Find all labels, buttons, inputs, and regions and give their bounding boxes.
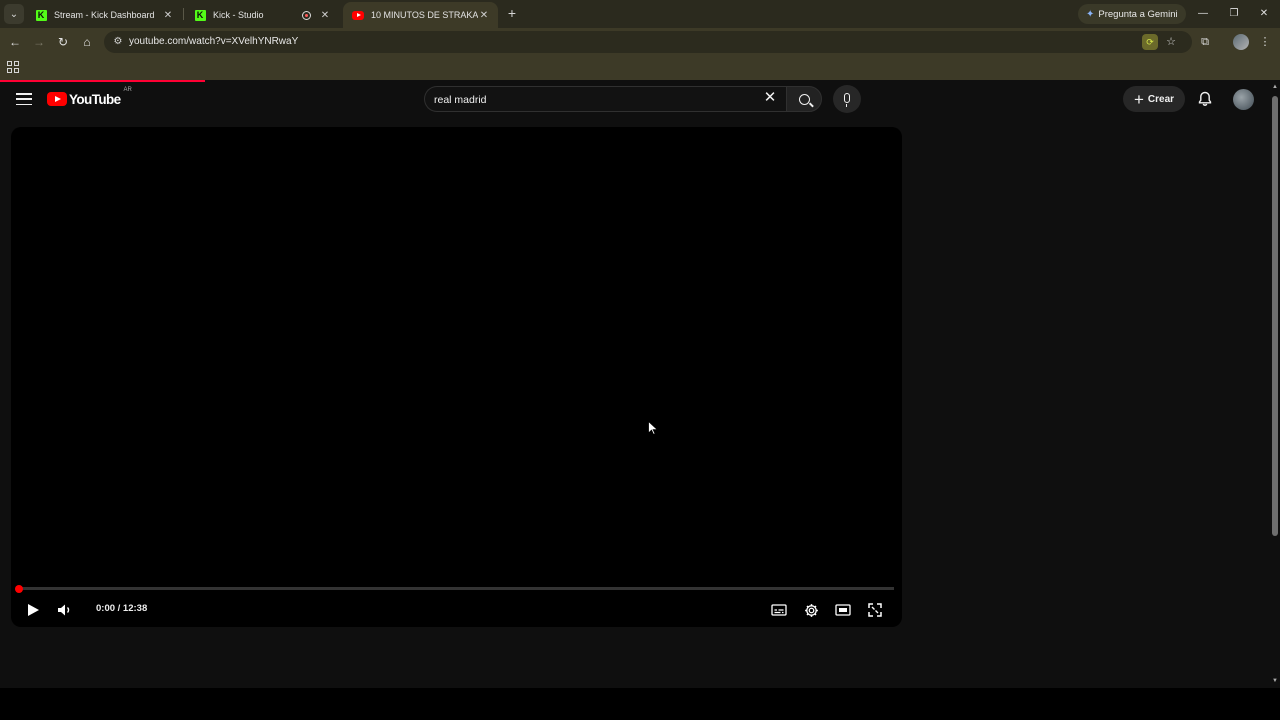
apps-grid-icon[interactable] — [7, 61, 19, 73]
youtube-logo[interactable]: YouTube AR — [47, 87, 132, 107]
browser-toolbar: ← → ↻ ⌂ ⚙ youtube.com/watch?v=XVelhYNRwa… — [0, 28, 1280, 56]
mouse-cursor-icon — [648, 421, 658, 435]
search-icon — [798, 93, 810, 105]
tab-search-chevron-icon[interactable]: ⌄ — [4, 4, 24, 24]
subtitles-button[interactable] — [768, 599, 790, 621]
tab-title: Kick - Studio — [213, 10, 264, 20]
create-label: Crear — [1147, 93, 1175, 105]
back-arrow-icon[interactable]: ← — [6, 33, 24, 51]
scrollbar-thumb[interactable] — [1272, 96, 1278, 536]
forward-arrow-icon[interactable]: → — [30, 33, 48, 51]
kick-icon: K — [34, 8, 48, 22]
time-display: 0:00 / 12:38 — [96, 603, 148, 614]
settings-button[interactable] — [800, 599, 822, 621]
play-icon — [28, 604, 39, 616]
bookmark-star-icon[interactable]: ☆ — [1163, 34, 1179, 50]
gemini-sparkle-icon: ✦ — [1086, 8, 1095, 20]
extensions-puzzle-icon[interactable]: ⧉ — [1197, 34, 1213, 50]
tab-title: Stream - Kick Dashboard — [54, 10, 155, 20]
scroll-up-icon[interactable]: ▲ — [1272, 84, 1278, 90]
more-menu-icon[interactable]: ⋮ — [1257, 34, 1273, 50]
browser-tabstrip: ⌄ K Stream - Kick Dashboard ✕ K Kick - S… — [0, 0, 1280, 28]
progress-bar[interactable] — [15, 584, 894, 593]
new-tab-plus-icon[interactable]: + — [504, 5, 520, 21]
close-window-icon[interactable]: ✕ — [1256, 6, 1272, 22]
profile-avatar[interactable] — [1233, 34, 1249, 50]
search-button[interactable] — [786, 86, 822, 112]
microphone-icon — [844, 93, 850, 107]
volume-button[interactable] — [54, 599, 76, 621]
close-tab-icon[interactable]: ✕ — [319, 10, 331, 21]
restore-icon[interactable]: ❐ — [1226, 6, 1242, 22]
tab-title: 10 MINUTOS DE STRAKA TILTEA — [371, 10, 478, 20]
hamburger-menu-icon[interactable] — [16, 92, 32, 106]
gemini-label: Pregunta a Gemini — [1098, 8, 1178, 20]
ask-gemini-button[interactable]: ✦ Pregunta a Gemini — [1078, 4, 1186, 24]
bottom-black-strip — [0, 688, 1280, 720]
progress-scrubber[interactable] — [15, 584, 23, 593]
youtube-icon — [351, 8, 365, 22]
country-code: AR — [123, 87, 132, 93]
recording-icon — [302, 10, 311, 20]
gear-icon — [804, 603, 818, 617]
search-input[interactable]: real madrid — [424, 86, 787, 112]
voice-search-button[interactable] — [833, 85, 861, 113]
theater-mode-button[interactable] — [832, 599, 854, 621]
notifications-bell-icon[interactable] — [1197, 91, 1213, 107]
home-icon[interactable]: ⌂ — [78, 33, 96, 51]
play-button[interactable] — [21, 599, 43, 621]
site-info-tune-icon[interactable]: ⚙ — [110, 34, 126, 50]
url-text[interactable]: youtube.com/watch?v=XVelhYNRwaY — [129, 36, 298, 47]
fullscreen-button[interactable] — [864, 599, 886, 621]
lens-extension-icon[interactable]: ⟳ — [1142, 34, 1158, 50]
close-tab-icon[interactable]: ✕ — [162, 10, 174, 21]
scroll-down-icon[interactable]: ▼ — [1272, 678, 1278, 684]
kick-icon: K — [193, 8, 207, 22]
volume-icon — [58, 604, 70, 616]
youtube-wordmark: YouTube — [69, 91, 121, 107]
tab-separator — [183, 8, 184, 20]
plus-icon: + — [1133, 89, 1144, 109]
tab-kick-dashboard[interactable]: K Stream - Kick Dashboard ✕ — [26, 2, 182, 28]
tab-youtube-video[interactable]: 10 MINUTOS DE STRAKA TILTEA ✕ — [343, 2, 498, 28]
fullscreen-icon — [868, 603, 882, 617]
minimize-icon[interactable]: — — [1195, 6, 1211, 22]
video-player[interactable]: 0:00 / 12:38 — [11, 127, 902, 627]
bookmarks-bar — [0, 56, 1280, 80]
close-tab-icon[interactable]: ✕ — [478, 10, 490, 21]
subtitles-icon — [771, 604, 787, 616]
address-bar[interactable]: ⚙ youtube.com/watch?v=XVelhYNRwaY ⟳ ☆ — [104, 31, 1192, 53]
page-scrollbar[interactable]: ▲ ▼ — [1270, 82, 1280, 688]
clear-search-icon[interactable]: ✕ — [760, 88, 780, 108]
youtube-play-logo-icon — [47, 92, 67, 106]
create-button[interactable]: + Crear — [1123, 86, 1185, 112]
theater-mode-icon — [835, 604, 851, 616]
tab-kick-studio[interactable]: K Kick - Studio ✕ — [185, 2, 339, 28]
user-avatar[interactable] — [1233, 89, 1254, 110]
reload-icon[interactable]: ↻ — [54, 33, 72, 51]
search-query[interactable]: real madrid — [434, 94, 487, 106]
